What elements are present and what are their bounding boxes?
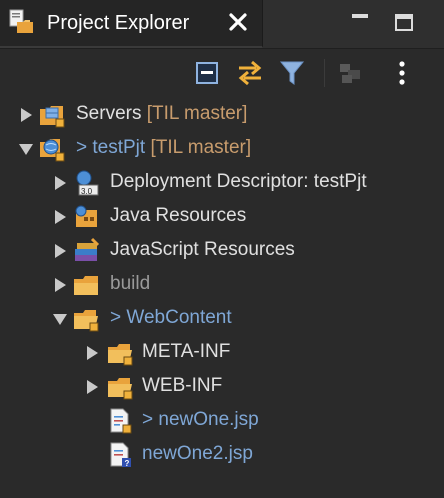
tree-item-label: testPjt [92, 137, 146, 158]
tab-project-explorer[interactable]: Project Explorer [0, 0, 263, 48]
change-indicator: > [142, 409, 159, 430]
tree-item-javascript-resources[interactable]: JavaScript Resources [0, 234, 444, 268]
javascript-resources-icon [72, 237, 100, 265]
chevron-right-icon[interactable] [52, 209, 68, 225]
web-project-icon [38, 135, 66, 163]
tree-item-newone-jsp[interactable]: > newOne.jsp [0, 404, 444, 438]
folder-icon [72, 271, 100, 299]
chevron-right-icon[interactable] [52, 243, 68, 259]
tree-item-web-inf[interactable]: WEB-INF [0, 370, 444, 404]
collapse-all-icon[interactable] [194, 59, 222, 87]
project-explorer-icon [8, 8, 36, 36]
change-indicator: > [110, 307, 127, 328]
view-title: Project Explorer [47, 12, 190, 34]
folder-icon [106, 373, 134, 401]
tree-item-label: WebContent [126, 307, 232, 328]
change-indicator: > [76, 137, 93, 158]
tree-item-label: Java Resources [110, 205, 247, 226]
close-icon[interactable] [226, 10, 250, 34]
git-decoration: [TIL master] [146, 103, 248, 124]
chevron-right-icon[interactable] [84, 345, 100, 361]
chevron-right-icon[interactable] [18, 107, 34, 123]
tree-item-label: JavaScript Resources [110, 239, 295, 260]
view-tab-bar: Project Explorer [0, 0, 444, 49]
tree-item-java-resources[interactable]: Java Resources [0, 200, 444, 234]
tree-item-label: newOne2.jsp [142, 443, 253, 464]
chevron-right-icon[interactable] [84, 379, 100, 395]
view-toolbar [0, 49, 444, 97]
toolbar-separator [324, 59, 325, 87]
tree-item-testpjt[interactable]: > testPjt [TIL master] [0, 132, 444, 166]
view-menu-icon[interactable] [388, 59, 416, 87]
filter-icon[interactable] [278, 59, 306, 87]
deployment-descriptor-icon: 3.0 [72, 169, 100, 197]
tree-item-build[interactable]: build [0, 268, 444, 302]
folder-icon [106, 339, 134, 367]
tree-item-newone2-jsp[interactable]: ? newOne2.jsp [0, 438, 444, 472]
java-resources-icon [72, 203, 100, 231]
chevron-down-icon[interactable] [18, 141, 34, 157]
folder-open-icon [72, 305, 100, 333]
tree-item-label: Deployment Descriptor: testPjt [110, 171, 367, 192]
chevron-down-icon[interactable] [52, 311, 68, 327]
tree-item-label: META-INF [142, 341, 231, 362]
tree-item-label: newOne.jsp [158, 409, 259, 430]
server-folder-icon [38, 101, 66, 129]
jsp-file-untracked-icon: ? [106, 441, 134, 469]
svg-text:?: ? [125, 459, 130, 468]
project-explorer-view: Project Explorer Servers [TIL master] > … [0, 0, 444, 498]
tree-item-webcontent[interactable]: > WebContent [0, 302, 444, 336]
tree-item-label: Servers [76, 103, 142, 124]
tree-item-label: build [110, 273, 151, 294]
git-decoration: [TIL master] [150, 137, 252, 158]
focus-on-working-set-icon[interactable] [336, 59, 364, 87]
tree-item-label: WEB-INF [142, 375, 223, 396]
chevron-right-icon[interactable] [52, 175, 68, 191]
minimize-icon[interactable] [348, 10, 372, 34]
link-with-editor-icon[interactable] [236, 59, 264, 87]
jsp-file-icon [106, 407, 134, 435]
chevron-right-icon[interactable] [52, 277, 68, 293]
svg-text:3.0: 3.0 [81, 187, 93, 196]
project-tree: Servers [TIL master] > testPjt [TIL mast… [0, 98, 444, 498]
tree-item-deployment-descriptor[interactable]: 3.0 Deployment Descriptor: testPjt [0, 166, 444, 200]
tree-item-meta-inf[interactable]: META-INF [0, 336, 444, 370]
tree-item-servers[interactable]: Servers [TIL master] [0, 98, 444, 132]
maximize-icon[interactable] [392, 10, 416, 34]
